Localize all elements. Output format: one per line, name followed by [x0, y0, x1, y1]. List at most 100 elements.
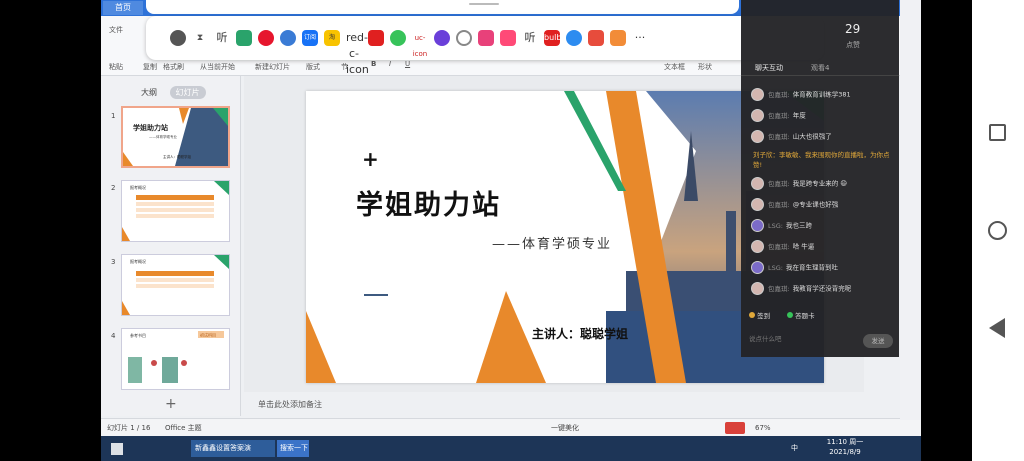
heart-icon[interactable] — [610, 30, 626, 46]
back-button[interactable] — [989, 318, 1005, 338]
format-painter-button[interactable]: 格式刷 — [163, 62, 184, 72]
uc-icon[interactable] — [434, 30, 450, 46]
recents-button[interactable] — [989, 124, 1006, 141]
chat-message: 包嘉琪: 我是跨专业来的 😄 — [751, 177, 897, 190]
thumb-number: 2 — [111, 184, 116, 192]
slide-thumb-3[interactable]: 报考概况 — [121, 254, 230, 316]
sign-in-icon — [749, 312, 755, 318]
taobao-icon[interactable]: red-c-icon — [346, 30, 369, 76]
screen: 首页 文件 粘贴 复制 格式刷 从当前开始 新建幻灯片 版式 节 B I U 文… — [0, 0, 1024, 461]
ime-indicator[interactable]: 中 — [791, 440, 798, 457]
icon-drawer-handle[interactable] — [146, 0, 739, 14]
thumb-number: 3 — [111, 258, 116, 266]
tab-outline[interactable]: 大纲 — [141, 88, 157, 97]
home-tab[interactable]: 首页 — [103, 1, 143, 15]
search-button[interactable]: 搜索一下 — [277, 440, 309, 457]
ie-task-item[interactable]: 新鑫鑫设置答案演 — [191, 440, 275, 457]
slide-thumbnail-pane: 大纲 幻灯片 1 学姐助力站 ——体育学硕专业 主讲人：聪聪学姐 2 报考概况 … — [101, 76, 241, 416]
file-menu[interactable]: 文件 — [109, 25, 123, 35]
avatar — [751, 240, 764, 253]
weibo-icon[interactable] — [258, 30, 274, 46]
thumb-4-art: 参考书目 初试科目 — [128, 331, 224, 383]
mail-icon[interactable] — [588, 30, 604, 46]
copy-button[interactable]: 复制 — [143, 62, 157, 72]
clock: 11:10 周一 2021/8/9 — [821, 437, 869, 456]
thumb-3-title: 报考概况 — [130, 258, 146, 264]
send-button[interactable]: 发送 — [863, 334, 893, 348]
play-slideshow-button[interactable] — [725, 422, 745, 434]
shape-button[interactable]: 形状 — [698, 62, 712, 72]
thumb-2-art: 报考概况 — [122, 181, 229, 241]
chat-header: 29 点赞 — [741, 18, 899, 58]
wen-icon[interactable]: 听 — [522, 30, 538, 46]
notes-area[interactable]: 单击此处添加备注 — [244, 394, 864, 416]
ting-red-icon[interactable]: bulb-icon — [544, 30, 564, 58]
red-c-icon[interactable] — [368, 30, 384, 46]
notes-placeholder: 单击此处添加备注 — [258, 400, 322, 409]
slide-thumb-1[interactable]: 学姐助力站 ——体育学硕专业 主讲人：聪聪学姐 — [121, 106, 230, 168]
chat-message: 包嘉琪: 体育教育训练学381 — [751, 88, 897, 101]
chat-message: LSG: 我也三跨 — [751, 219, 897, 232]
tiktok-icon[interactable] — [500, 30, 516, 46]
chat-message: LSG: 我在育生理背到吐 — [751, 261, 897, 274]
avatar — [751, 261, 764, 274]
pink-icon[interactable] — [478, 30, 494, 46]
compass-icon[interactable] — [170, 30, 186, 46]
thumb-3-art: 报考概况 — [122, 255, 229, 315]
new-slide-button[interactable]: 新建幻灯片 — [255, 62, 290, 72]
avatar — [751, 282, 764, 295]
paste-button[interactable]: 粘贴 — [109, 62, 123, 72]
clock-time: 11:10 周一 — [826, 438, 864, 446]
add-slide-button[interactable]: + — [165, 396, 177, 412]
avatar — [751, 219, 764, 232]
pane-tabs: 大纲 幻灯片 — [141, 86, 206, 99]
tab-viewers[interactable]: 观看4 — [811, 63, 829, 73]
chat-input[interactable]: 说点什么吧 — [749, 333, 782, 343]
zhihu-icon[interactable]: 订阅 — [302, 30, 318, 46]
textbox-button[interactable]: 文本框 — [664, 62, 685, 72]
live-chat-panel: 29 点赞 聊天互动 观看4 包嘉琪: 体育教育训练学381 包嘉琪: 年度 包嘉琪… — [741, 0, 899, 357]
layout-button[interactable]: 版式 — [306, 62, 320, 72]
theme-name: Office 主题 — [165, 424, 202, 432]
blue-circle-icon[interactable] — [280, 30, 296, 46]
subscribe-icon[interactable]: 淘 — [324, 30, 340, 46]
sign-in-button[interactable]: 签到 — [749, 310, 770, 320]
from-current-button[interactable]: 从当前开始 — [200, 62, 235, 72]
thumb-1-title: 学姐助力站 — [133, 123, 168, 132]
chat-message: 包嘉琪: 年度 — [751, 109, 897, 122]
beautify-button[interactable]: 一键美化 — [551, 419, 579, 437]
green-square-icon[interactable] — [236, 30, 252, 46]
tab-chat[interactable]: 聊天互动 — [755, 63, 783, 73]
thumb-number: 4 — [111, 332, 116, 340]
bold-button[interactable]: B — [371, 60, 376, 68]
slide-subtitle: ——体育学硕专业 — [492, 237, 613, 252]
windows-taskbar: 新鑫鑫设置答案演 搜索一下 11:10 周一 2021/8/9 中 — [101, 436, 921, 461]
app-icon-bar: ⧗ 听 订阅 淘 red-c-icon uc-icon 听 bulb-icon … — [146, 16, 824, 76]
right-tool-rail — [900, 0, 921, 420]
tab-slides[interactable]: 幻灯片 — [169, 86, 206, 99]
play-icon[interactable] — [390, 30, 406, 46]
radar-icon[interactable] — [456, 30, 472, 46]
answer-card-button[interactable]: 答题卡 — [787, 310, 815, 320]
slide-speaker: 主讲人：聪聪学姐 — [532, 327, 629, 341]
more-icon[interactable]: ··· — [632, 30, 648, 46]
slide-plus-mark: + — [362, 147, 379, 171]
bulb-icon[interactable] — [566, 30, 582, 46]
answer-card-icon — [787, 312, 793, 318]
ting-icon[interactable]: 听 — [214, 30, 230, 46]
clock-date: 2021/8/9 — [829, 448, 861, 456]
home-button[interactable] — [988, 221, 1007, 240]
italic-button[interactable]: I — [389, 60, 391, 68]
chat-message: 包嘉琪: 山大也很强了 — [751, 130, 897, 143]
hourglass-icon[interactable]: ⧗ — [192, 30, 208, 46]
slide-thumb-4[interactable]: 参考书目 初试科目 — [121, 328, 230, 390]
zoom-level[interactable]: 67% — [755, 419, 771, 437]
na-icon[interactable]: uc-icon — [412, 30, 428, 58]
thumb-1-subtitle: ——体育学硕专业 — [149, 134, 177, 139]
slide-thumb-2[interactable]: 报考概况 — [121, 180, 230, 242]
likes-count: 29 — [845, 22, 861, 36]
windows-start-icon[interactable] — [111, 443, 123, 455]
underline-button[interactable]: U — [405, 60, 410, 68]
likes-label: 点赞 — [846, 41, 860, 49]
chat-message: 包嘉琪: @专业课也好强 — [751, 198, 897, 211]
